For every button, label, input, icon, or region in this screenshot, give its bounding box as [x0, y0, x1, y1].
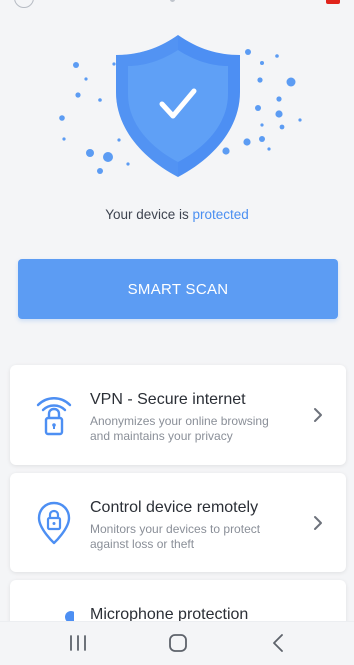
protection-status: Your device is protected — [0, 207, 354, 222]
feature-description: Monitors your devices to protect against… — [90, 522, 261, 551]
home-icon[interactable] — [166, 632, 190, 654]
system-navigation-bar — [0, 621, 354, 665]
back-icon[interactable] — [267, 632, 291, 654]
feature-title: VPN - Secure internet — [90, 391, 246, 408]
feature-card-vpn[interactable]: VPN - Secure internet Anonymizes your on… — [10, 365, 346, 465]
chevron-right-icon — [314, 516, 322, 530]
location-lock-icon — [37, 501, 71, 545]
shield-illustration — [59, 35, 302, 177]
recents-icon[interactable] — [66, 632, 90, 654]
protection-hero — [0, 0, 354, 240]
feature-description: Anonymizes your online browsing and main… — [90, 414, 269, 443]
chevron-right-icon — [314, 408, 322, 422]
feature-card-remote-control[interactable]: Control device remotely Monitors your de… — [10, 473, 346, 572]
status-text: Your device is — [105, 207, 193, 222]
smart-scan-button[interactable]: SMART SCAN — [18, 259, 338, 319]
feature-title: Control device remotely — [90, 499, 259, 516]
wifi-lock-icon — [36, 397, 72, 436]
status-protected-word: protected — [192, 207, 249, 222]
